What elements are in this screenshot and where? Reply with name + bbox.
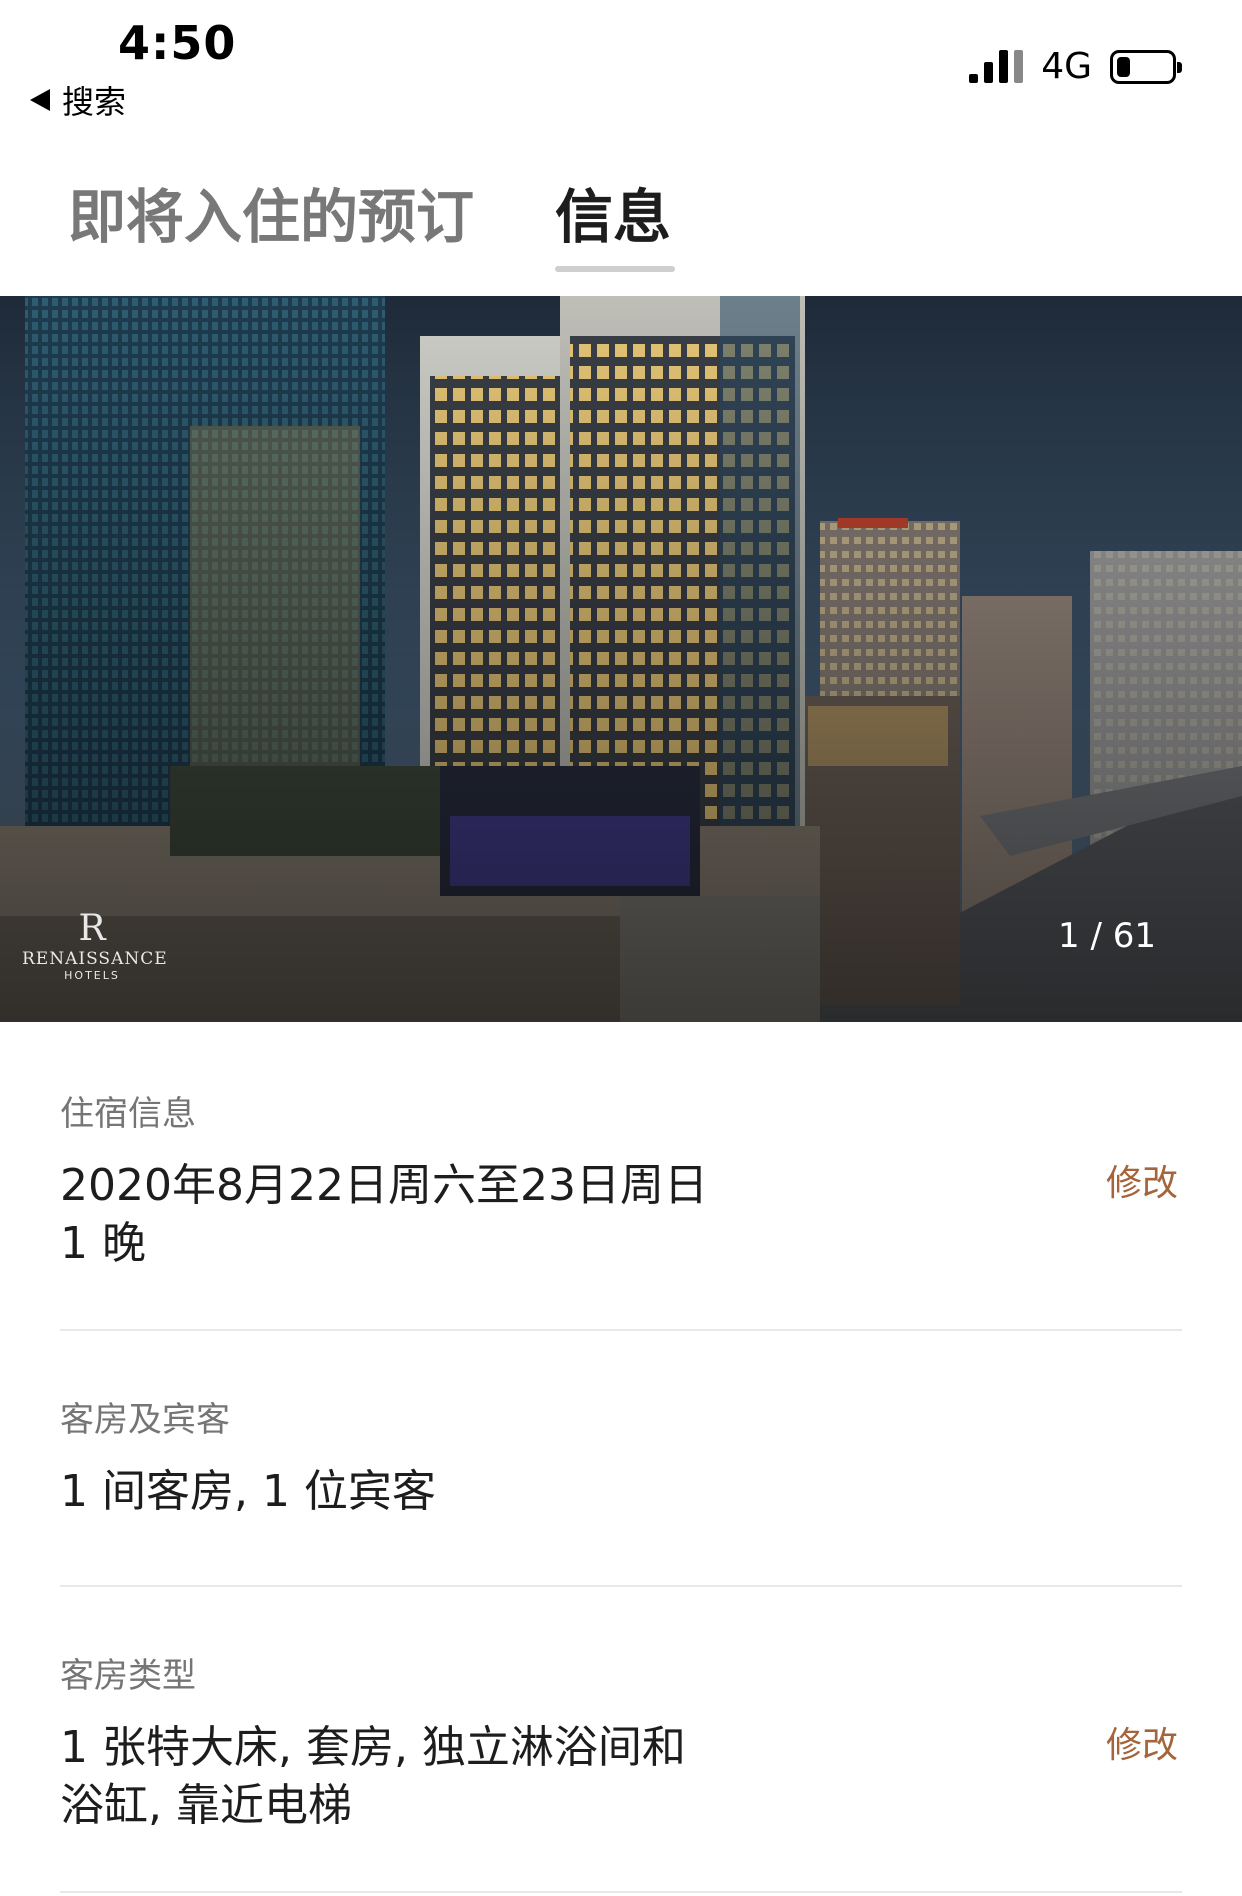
stay-info-section: 住宿信息 2020年8月22日周六至23日周日 1 晚 修改 (60, 1086, 1182, 1273)
status-indicators: 4G (969, 46, 1182, 87)
room-type-line2: 浴缸, 靠近电梯 (60, 1780, 352, 1831)
edit-room-type-button[interactable]: 修改 (1106, 1716, 1178, 1768)
stay-nights: 1 晚 (60, 1218, 146, 1269)
renaissance-logo: R RENAISSANCE HOTELS (22, 908, 168, 983)
hotel-photo (0, 296, 1242, 1022)
stay-dates: 2020年8月22日周六至23日周日 (60, 1160, 708, 1211)
tab-information[interactable]: 信息 (555, 170, 671, 254)
divider (60, 1891, 1182, 1893)
room-type-line1: 1 张特大床, 套房, 独立淋浴间和 (60, 1722, 686, 1773)
back-arrow-icon (30, 89, 50, 111)
status-time: 4:50 (118, 16, 237, 70)
battery-level (1117, 56, 1130, 77)
room-type-label: 客房类型 (60, 1656, 196, 1696)
rooms-guests-label: 客房及宾客 (60, 1400, 230, 1440)
tab-bar: 即将入住的预订 信息 (0, 170, 1242, 296)
rooms-guests-section: 客房及宾客 1 间客房, 1 位宾客 (60, 1392, 1182, 1521)
back-label: 搜索 (62, 83, 127, 121)
room-type-section: 客房类型 1 张特大床, 套房, 独立淋浴间和 浴缸, 靠近电梯 修改 (60, 1648, 1182, 1835)
battery-icon (1110, 49, 1182, 84)
cellular-signal-icon (969, 50, 1024, 83)
active-tab-indicator (555, 266, 675, 272)
rooms-guests-value: 1 间客房, 1 位宾客 (60, 1466, 436, 1517)
back-to-search-button[interactable]: 搜索 (30, 78, 126, 122)
stay-info-label: 住宿信息 (60, 1094, 196, 1134)
network-type: 4G (1041, 46, 1092, 87)
divider (60, 1329, 1182, 1331)
hotel-photo-carousel[interactable]: R RENAISSANCE HOTELS 1 / 61 (0, 296, 1242, 1022)
edit-stay-button[interactable]: 修改 (1106, 1154, 1178, 1206)
divider (60, 1585, 1182, 1587)
photo-counter: 1 / 61 (1058, 916, 1156, 956)
tab-upcoming-reservations[interactable]: 即将入住的预订 (68, 170, 474, 254)
